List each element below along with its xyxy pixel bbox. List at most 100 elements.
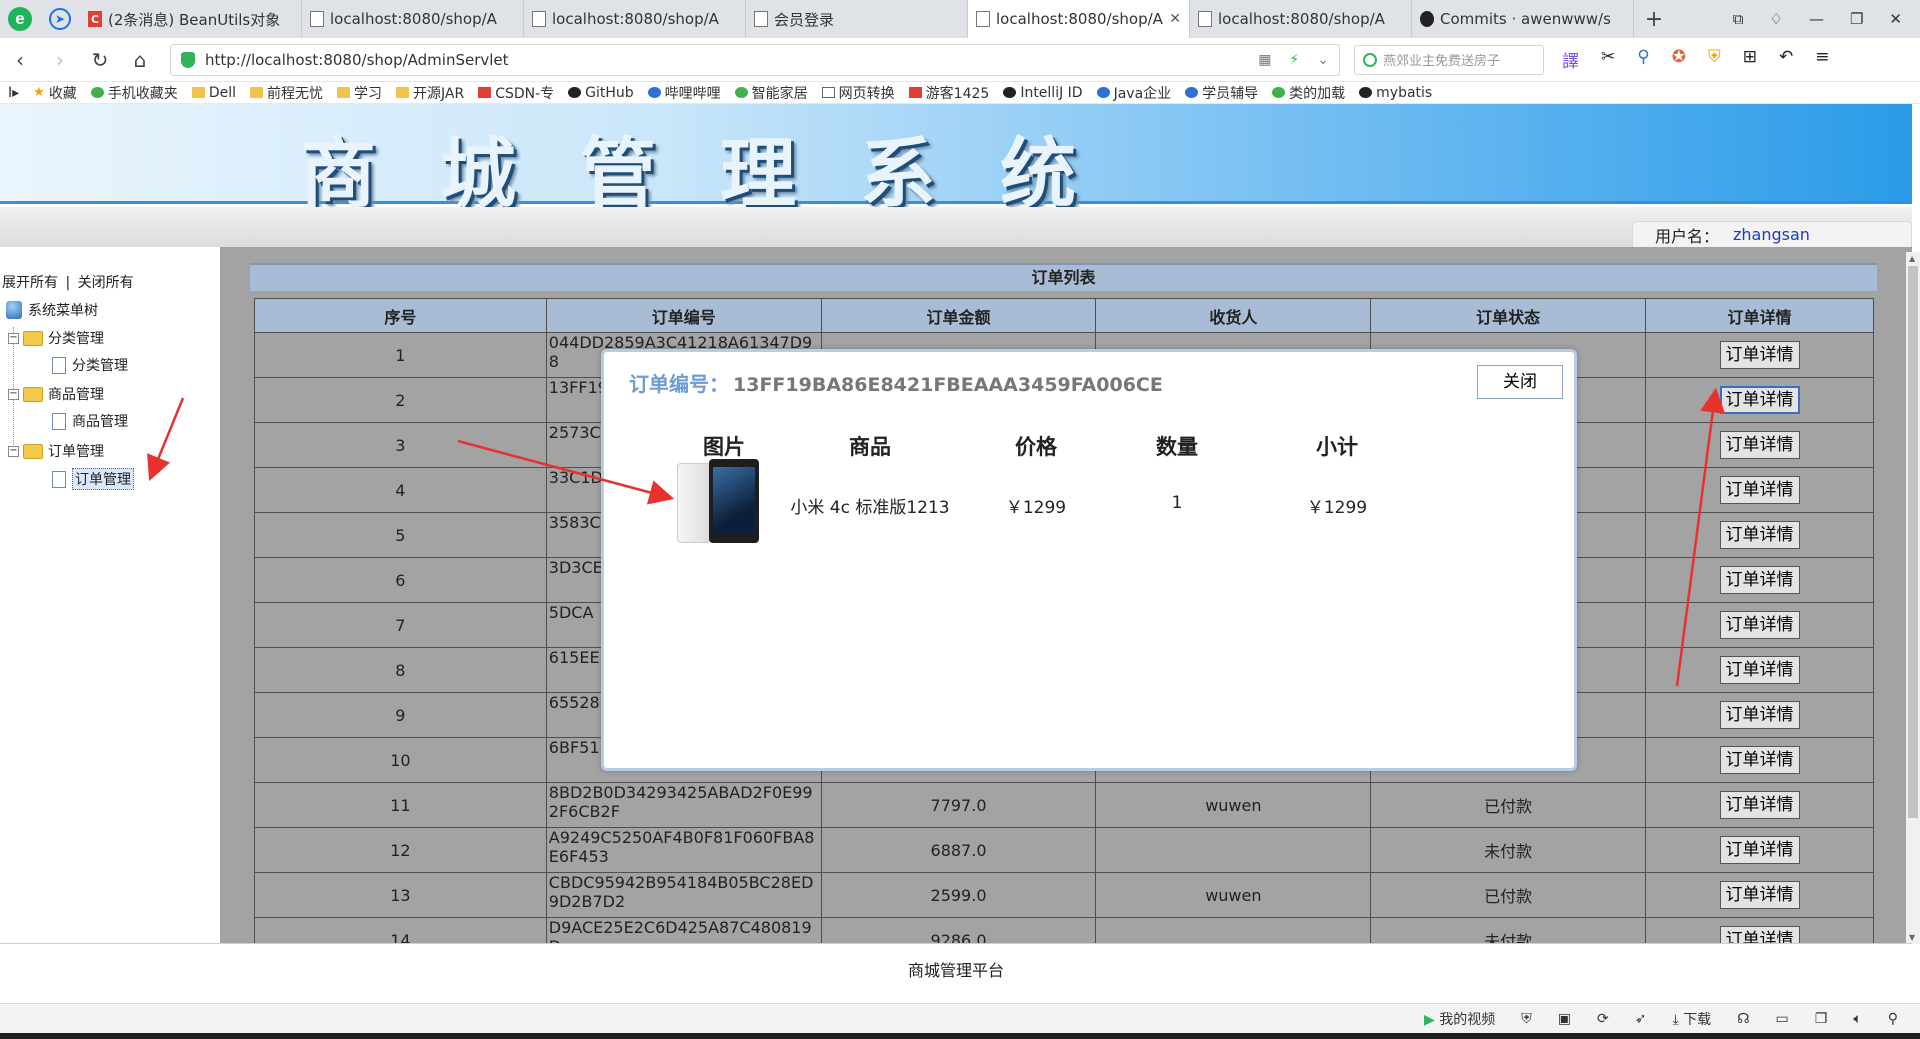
- image-icon[interactable]: ▣: [1558, 1011, 1571, 1027]
- bookmarks-bar: I▸ ★ 收藏 手机收藏夹 Dell 前程无忧 学习 开源JAR CSDN-专 G…: [0, 82, 1920, 104]
- search-input[interactable]: 燕郊业主免费送房子: [1354, 44, 1544, 75]
- bookmark-item[interactable]: 智能家居: [734, 83, 808, 103]
- close-tab-icon[interactable]: ✕: [1169, 11, 1181, 27]
- collapse-icon[interactable]: −: [8, 388, 19, 400]
- order-list-caption: 订单列表: [250, 263, 1877, 291]
- tree-item-order[interactable]: − 订单管理: [8, 441, 104, 461]
- bookmark-item[interactable]: CSDN-专: [478, 83, 554, 103]
- refresh-icon[interactable]: ⟳: [1597, 1011, 1609, 1027]
- browser-tab-active[interactable]: localhost:8080/shop/A ✕: [968, 0, 1190, 38]
- bookmark-item[interactable]: Dell: [191, 85, 236, 101]
- download-link[interactable]: ⤓ 下载: [1672, 1009, 1711, 1029]
- order-detail-button[interactable]: 订单详情: [1719, 656, 1800, 684]
- order-detail-button[interactable]: 订单详情: [1719, 701, 1800, 729]
- tree-leaf-category[interactable]: 分类管理: [52, 355, 128, 375]
- scroll-down-icon[interactable]: ▼: [1909, 933, 1915, 942]
- bookmark-item[interactable]: 游客1425: [908, 83, 989, 103]
- scissors-icon[interactable]: ✂: [1601, 47, 1615, 72]
- page-scrollbar[interactable]: ▲ ▼: [1906, 252, 1920, 944]
- scroll-thumb[interactable]: [1908, 266, 1918, 818]
- bookmark-item[interactable]: 学习: [337, 83, 382, 103]
- order-detail-button[interactable]: 订单详情: [1719, 386, 1800, 414]
- bookmark-item[interactable]: 开源JAR: [396, 83, 464, 103]
- video-icon: ▶: [1424, 1011, 1440, 1028]
- speed-icon[interactable]: ➶: [1635, 1011, 1647, 1027]
- browser-tab[interactable]: C (2条消息) BeanUtils对象: [80, 0, 302, 38]
- tree-item-product[interactable]: − 商品管理: [8, 384, 104, 404]
- browser-tab[interactable]: 会员登录: [746, 0, 968, 38]
- bookmark-item[interactable]: 手机收藏夹: [90, 83, 178, 103]
- restore-icon[interactable]: ❐: [1850, 10, 1863, 28]
- cell-receiver: wuwen: [1095, 872, 1372, 918]
- collapse-all-link[interactable]: 关闭所有: [78, 275, 134, 291]
- translate-icon[interactable]: 譯: [1562, 47, 1579, 72]
- bookmark-item[interactable]: Java企业: [1096, 83, 1171, 103]
- collapse-icon[interactable]: −: [8, 332, 19, 344]
- order-detail-button[interactable]: 订单详情: [1719, 476, 1800, 504]
- window-icon[interactable]: ❐: [1815, 1011, 1828, 1027]
- order-detail-button[interactable]: 订单详情: [1719, 521, 1800, 549]
- scroll-up-icon[interactable]: ▲: [1909, 254, 1915, 263]
- cell-no: 1: [254, 332, 547, 378]
- browser-logo-icon[interactable]: e: [0, 0, 40, 38]
- headset-icon[interactable]: ☊: [1737, 1011, 1749, 1027]
- undo-icon[interactable]: ↶: [1779, 47, 1793, 72]
- order-detail-button[interactable]: 订单详情: [1719, 836, 1800, 864]
- bookmark-item[interactable]: GitHub: [568, 85, 634, 101]
- chevron-down-icon[interactable]: ⌄: [1317, 52, 1329, 68]
- tree-leaf-order[interactable]: 订单管理: [52, 468, 134, 490]
- forward-icon[interactable]: ›: [40, 48, 80, 72]
- order-detail-button[interactable]: 订单详情: [1719, 431, 1800, 459]
- home-icon[interactable]: ⌂: [120, 48, 160, 72]
- table-row: 14D9ACE25E2C6D425A87C480819D9286.0 未付款 订单详…: [254, 917, 1874, 943]
- bookmark-item[interactable]: 类的加载: [1272, 83, 1345, 103]
- order-detail-button[interactable]: 订单详情: [1719, 746, 1800, 774]
- bookmark-item[interactable]: IntelliJ ID: [1003, 85, 1083, 101]
- lightning-icon[interactable]: ⚡: [1289, 52, 1299, 68]
- close-window-icon[interactable]: ✕: [1889, 10, 1902, 28]
- navigation-icon[interactable]: ➤: [40, 0, 80, 38]
- back-icon[interactable]: ‹: [0, 48, 40, 72]
- minimize-icon[interactable]: —: [1809, 10, 1824, 28]
- tab-list-icon[interactable]: ⧉: [1733, 10, 1744, 28]
- browser-tab[interactable]: localhost:8080/shop/A: [302, 0, 524, 38]
- skin-icon[interactable]: ♢: [1770, 10, 1783, 28]
- order-detail-button[interactable]: 订单详情: [1719, 881, 1800, 909]
- shield-extension-icon[interactable]: ⛨: [1708, 47, 1721, 72]
- bookmark-item[interactable]: 网页转换: [821, 83, 895, 103]
- tree-leaf-product[interactable]: 商品管理: [52, 411, 128, 431]
- browser-tab[interactable]: localhost:8080/shop/A: [524, 0, 746, 38]
- bookmark-item[interactable]: mybatis: [1359, 85, 1432, 101]
- shield-status-icon[interactable]: ⛨: [1521, 1011, 1532, 1027]
- my-video-link[interactable]: ▶ 我的视频: [1424, 1009, 1495, 1029]
- tablet-icon[interactable]: ▭: [1776, 1011, 1789, 1027]
- cell-status: 未付款: [1370, 827, 1647, 873]
- volume-icon[interactable]: 🔈︎: [1853, 1011, 1861, 1027]
- tree-item-category[interactable]: − 分类管理: [8, 328, 104, 348]
- order-detail-button[interactable]: 订单详情: [1719, 791, 1800, 819]
- collapse-icon[interactable]: −: [8, 445, 19, 457]
- bookmark-item[interactable]: 学员辅导: [1185, 83, 1258, 103]
- browser-tab[interactable]: localhost:8080/shop/A: [1190, 0, 1412, 38]
- search-icon[interactable]: ⚲: [1637, 47, 1649, 72]
- browser-tab[interactable]: Commits · awenwww/s: [1412, 0, 1634, 38]
- zoom-icon[interactable]: ⚲: [1888, 1011, 1898, 1027]
- order-detail-button[interactable]: 订单详情: [1719, 611, 1800, 639]
- order-detail-button[interactable]: 订单详情: [1719, 926, 1800, 943]
- reload-icon[interactable]: ↻: [80, 48, 120, 72]
- close-dialog-button[interactable]: 关闭: [1477, 365, 1563, 399]
- order-detail-button[interactable]: 订单详情: [1719, 566, 1800, 594]
- bookmarks-toggle-icon[interactable]: I▸: [8, 85, 19, 101]
- expand-all-link[interactable]: 展开所有: [2, 275, 58, 291]
- menu-icon[interactable]: ≡: [1815, 47, 1829, 72]
- qr-code-icon[interactable]: ▦: [1258, 52, 1271, 68]
- folder-icon: [250, 87, 263, 98]
- apps-grid-icon[interactable]: ⊞: [1743, 47, 1757, 72]
- bookmark-item[interactable]: ★ 收藏: [33, 83, 77, 103]
- bookmark-item[interactable]: 哔哩哔哩: [647, 83, 721, 103]
- url-input[interactable]: http://localhost:8080/shop/AdminServlet …: [170, 43, 1340, 76]
- game-icon[interactable]: ✪: [1672, 47, 1686, 72]
- new-tab-icon[interactable]: +: [1634, 0, 1674, 38]
- order-detail-button[interactable]: 订单详情: [1719, 341, 1800, 369]
- bookmark-item[interactable]: 前程无忧: [250, 83, 323, 103]
